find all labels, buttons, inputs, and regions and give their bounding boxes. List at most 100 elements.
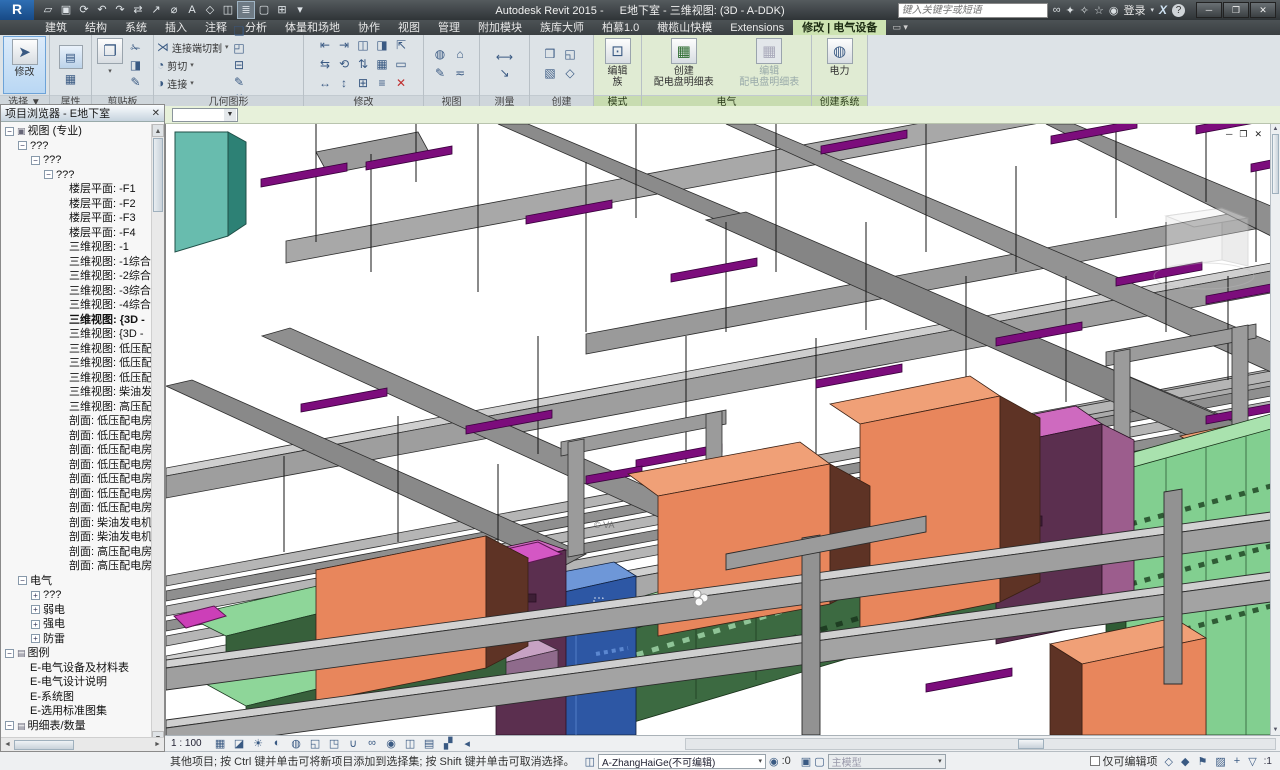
tree-item[interactable]: E-电气设备及材料表 <box>1 661 164 676</box>
worksharing-display-icon[interactable]: ◫ <box>403 737 418 750</box>
detail-level-icon[interactable]: ▦ <box>213 737 228 750</box>
select-pinned-icon[interactable]: ⚑ <box>1197 755 1207 768</box>
family-types-icon[interactable]: ▦ <box>65 72 76 86</box>
default-3d-view-icon[interactable]: ◇ <box>202 2 218 18</box>
ribbon-tab[interactable]: 插入 <box>156 20 196 35</box>
exchange-apps-icon[interactable]: X <box>1159 3 1167 17</box>
temp-view-properties-icon[interactable]: ▤ <box>422 737 437 750</box>
tree-item[interactable]: 三维视图: -4综合 <box>1 298 164 313</box>
tree-item[interactable]: 三维视图: -3综合 <box>1 284 164 299</box>
ribbon-tab[interactable]: 柏慕1.0 <box>593 20 648 35</box>
hide-elements-icon[interactable]: ◍ <box>432 46 449 63</box>
edit-family-button[interactable]: ⊡ 编辑 族 <box>597 36 638 94</box>
tree-item[interactable]: +防雷 <box>1 632 164 647</box>
measure-icon[interactable]: ⇄ <box>130 2 146 18</box>
paste-button[interactable]: ❐▾ <box>95 36 125 94</box>
ribbon-tab[interactable]: 族库大师 <box>531 20 593 35</box>
tree-item[interactable]: 楼层平面: -F3 <box>1 211 164 226</box>
tree-item[interactable]: −▤明细表/数量 <box>1 719 164 734</box>
tree-item[interactable]: 三维视图: 高压配 <box>1 400 164 415</box>
editable-only-checkbox[interactable] <box>1090 756 1100 766</box>
collapse-icon[interactable]: ◂ <box>460 737 475 750</box>
tree-item[interactable]: −??? <box>1 168 164 183</box>
sign-in-icon[interactable]: ◉ <box>1109 4 1119 17</box>
scroll-up-icon[interactable]: ▲ <box>152 124 164 137</box>
mirror-axis-icon[interactable]: ◫ <box>355 37 372 54</box>
unpin-icon[interactable]: ≡ <box>374 75 391 92</box>
tree-item[interactable]: 剖面: 柴油发电机 <box>1 516 164 531</box>
tree-item[interactable]: −▣视图 (专业) <box>1 124 164 139</box>
dropdown-icon[interactable]: ▾ <box>1150 6 1154 14</box>
aligned-dimension-icon[interactable]: ↗ <box>148 2 164 18</box>
visual-style-icon[interactable]: ◪ <box>232 737 247 750</box>
ribbon-tab[interactable]: 视图 <box>389 20 429 35</box>
browser-horizontal-scrollbar[interactable]: ◄ ► <box>1 737 164 751</box>
crop-view-icon[interactable]: ◱ <box>308 737 323 750</box>
ribbon-tab[interactable]: Extensions <box>721 20 793 35</box>
worksets-icon[interactable]: ◫ <box>585 755 595 768</box>
search-input[interactable] <box>898 3 1048 18</box>
power-button[interactable]: ◍ 电力 <box>817 36 863 94</box>
tree-item[interactable]: 三维视图: -2综合 <box>1 269 164 284</box>
copy-icon[interactable]: ◨ <box>127 57 144 74</box>
ribbon-tab[interactable]: 体量和场地 <box>276 20 349 35</box>
edit-panel-schedule-button[interactable]: ▦ 编辑 配电盘明细表 <box>731 36 809 94</box>
scroll-down-icon[interactable]: ▼ <box>152 731 164 737</box>
mirror-draw-icon[interactable]: ◨ <box>374 37 391 54</box>
tree-item[interactable]: 三维视图: 低压配 <box>1 342 164 357</box>
view-minimize-icon[interactable]: ─ <box>1226 129 1232 140</box>
tree-item[interactable]: +强电 <box>1 617 164 632</box>
active-workset-select[interactable]: A-ZhangHaiGe(不可编辑)▾ <box>598 754 766 769</box>
browser-vertical-scrollbar[interactable]: ▲ ▼ <box>151 124 164 737</box>
tree-item[interactable]: 三维视图: {3D - <box>1 313 164 328</box>
thin-lines-toggle-icon[interactable]: ≂ <box>452 65 469 82</box>
section-icon[interactable]: ◫ <box>220 2 236 18</box>
qat-customize-icon[interactable]: ▾ <box>292 2 308 18</box>
scale-icon[interactable]: ▭ <box>393 56 410 73</box>
sign-in-label[interactable]: 登录 <box>1123 2 1145 18</box>
move-icon[interactable]: ⇱ <box>393 37 410 54</box>
align-icon[interactable]: ⇤ <box>317 37 334 54</box>
horizontal-scroll-thumb[interactable] <box>1018 739 1044 749</box>
subscription-icon[interactable]: ✧ <box>1080 4 1089 17</box>
tree-item[interactable]: −▤图例 <box>1 646 164 661</box>
apply-coping-icon[interactable]: ✎ <box>231 74 248 91</box>
ribbon-display-toggle[interactable]: ▭ ▾ <box>886 20 914 35</box>
ribbon-tab[interactable]: 附加模块 <box>469 20 531 35</box>
tree-item[interactable]: −??? <box>1 139 164 154</box>
undo-icon[interactable]: ↶ <box>94 2 110 18</box>
create-group-icon[interactable]: ❒ <box>542 46 559 63</box>
design-options-icon[interactable]: ▣ <box>801 755 811 768</box>
scroll-down-icon[interactable]: ▼ <box>1271 725 1280 735</box>
tree-item[interactable]: 三维视图: -1综合 <box>1 255 164 270</box>
tree-item[interactable]: 三维视图: 低压配 <box>1 356 164 371</box>
tree-item[interactable]: 剖面: 低压配电房 <box>1 472 164 487</box>
tree-item[interactable]: 剖面: 低压配电房 <box>1 501 164 516</box>
filter-icon[interactable]: ▽ <box>1248 755 1256 768</box>
tree-item[interactable]: −电气 <box>1 574 164 589</box>
tree-item[interactable]: 楼层平面: -F1 <box>1 182 164 197</box>
tree-item[interactable]: E-电气设计说明 <box>1 675 164 690</box>
favorites-icon[interactable]: ☆ <box>1094 4 1104 17</box>
ribbon-tab[interactable]: 修改 | 电气设备 <box>793 20 886 35</box>
tag-icon[interactable]: ⌀ <box>166 2 182 18</box>
close-hidden-windows-icon[interactable]: ▢ <box>256 2 272 18</box>
cut-geometry-icon[interactable]: ◔剪切▾ <box>157 57 229 73</box>
restore-button[interactable]: ❐ <box>1223 2 1249 18</box>
paint-icon[interactable]: ❏ <box>231 23 248 40</box>
tree-item[interactable]: 剖面: 低压配电房 <box>1 487 164 502</box>
scroll-right-icon[interactable]: ► <box>151 741 164 748</box>
project-browser-titlebar[interactable]: 项目浏览器 - E地下室 ✕ <box>1 105 164 122</box>
create-parts-icon[interactable]: ▧ <box>542 65 559 82</box>
delete-icon[interactable]: ✕ <box>393 75 410 92</box>
view-close-icon[interactable]: ✕ <box>1254 129 1262 140</box>
tree-item[interactable]: 三维视图: 柴油发 <box>1 385 164 400</box>
tree-item[interactable]: +弱电 <box>1 603 164 618</box>
redo-icon[interactable]: ↷ <box>112 2 128 18</box>
help-icon[interactable]: ? <box>1172 4 1185 17</box>
properties-icon[interactable]: ▤ <box>59 45 83 69</box>
pin-icon[interactable]: ⊞ <box>355 75 372 92</box>
copy-icon[interactable]: ⇆ <box>317 56 334 73</box>
minimize-button[interactable]: ─ <box>1196 2 1222 18</box>
drag-on-selection-icon[interactable]: + <box>1234 755 1240 768</box>
